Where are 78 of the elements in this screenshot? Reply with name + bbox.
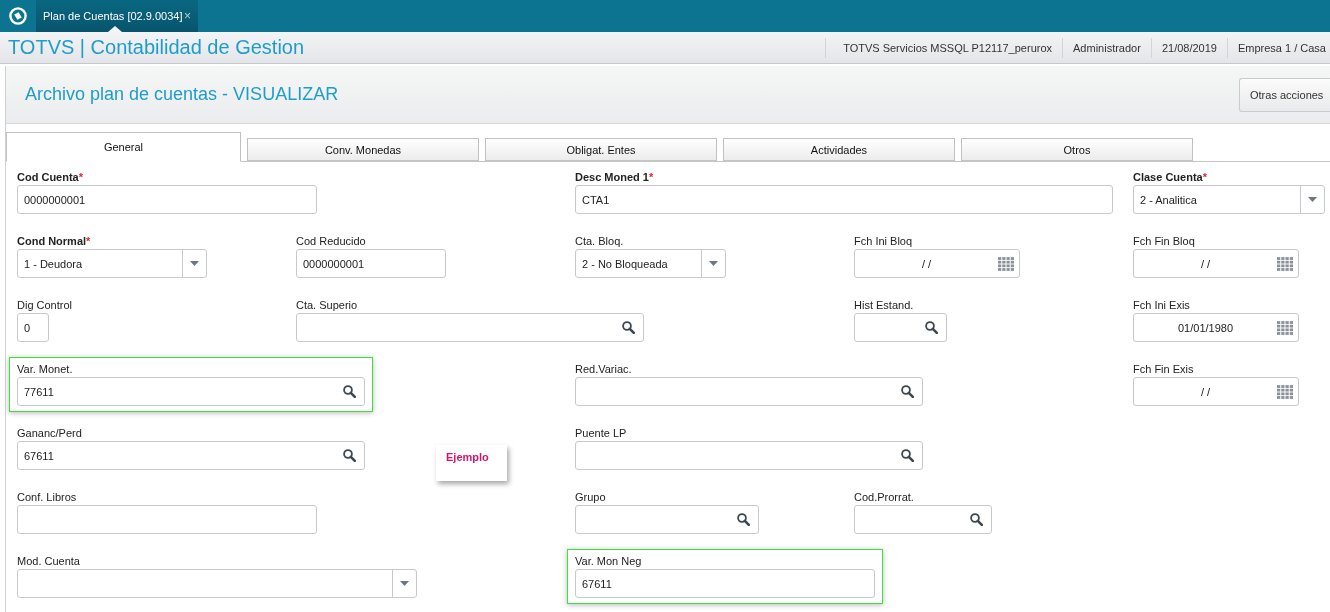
dropdown-field[interactable]: 1 - Deudora [17, 249, 207, 278]
calendar-icon[interactable] [1277, 256, 1293, 271]
header-info: Administrador [1062, 37, 1151, 58]
lookup-field[interactable] [575, 441, 923, 470]
text-field[interactable]: 0000000001 [296, 249, 446, 278]
dropdown-field[interactable]: 2 - No Bloqueada [575, 249, 726, 278]
calendar-icon[interactable] [1277, 320, 1293, 335]
page-title: Archivo plan de cuentas - VISUALIZAR [25, 84, 339, 105]
date-field[interactable]: / / [854, 249, 1020, 278]
text-field[interactable]: CTA1 [575, 185, 1113, 214]
search-icon[interactable] [901, 449, 914, 462]
caret-down-icon [190, 261, 199, 266]
date-field[interactable]: / / [1133, 249, 1299, 278]
caret-down-icon [400, 581, 409, 586]
lookup-field[interactable] [854, 313, 947, 342]
field-label: Hist Estand. [854, 298, 914, 312]
search-icon[interactable] [925, 321, 938, 334]
lookup-field[interactable] [575, 377, 923, 406]
field-label: Fch Fin Bloq [1133, 234, 1195, 248]
search-icon[interactable] [737, 513, 750, 526]
field-label: Var. Mon Neg [575, 554, 642, 568]
text-field[interactable] [17, 505, 317, 534]
date-field[interactable]: / / [1133, 377, 1299, 406]
field-label: Cta. Superio [296, 298, 358, 312]
date-field[interactable]: 01/01/1980 [1133, 313, 1299, 342]
header-info: 21/08/2019 [1150, 37, 1227, 58]
app-tab-title: Plan de Cuentas [02.9.0034] [43, 10, 183, 22]
field-label: Cta. Bloq. [575, 234, 624, 248]
field-label: Cond Normal* [17, 234, 91, 248]
lookup-field[interactable]: 67611 [17, 441, 365, 470]
field-label: Grupo [575, 490, 606, 504]
form-tab[interactable]: Actividades [723, 138, 955, 161]
field-label: Red.Variac. [575, 362, 632, 376]
caret-down-icon [1308, 197, 1317, 202]
lookup-field[interactable]: 77611 [17, 377, 365, 406]
field-label: Fch Ini Exis [1133, 298, 1190, 312]
search-icon[interactable] [970, 513, 983, 526]
search-icon[interactable] [343, 449, 356, 462]
calendar-icon[interactable] [998, 256, 1014, 271]
form-tab[interactable]: General [6, 132, 241, 162]
dropdown-field[interactable]: 2 - Analitica [1133, 185, 1325, 214]
logo-icon [9, 7, 27, 25]
field-label: Dig Control [17, 298, 73, 312]
field-label: Desc Moned 1* [575, 170, 654, 184]
search-icon[interactable] [622, 321, 635, 334]
field-label: Mod. Cuenta [17, 554, 80, 568]
caret-down-icon [709, 261, 718, 266]
close-button[interactable]: × [183, 10, 192, 22]
form-tab[interactable]: Conv. Monedas [247, 138, 479, 161]
field-label: Gananc/Perd [17, 426, 82, 440]
actions-button[interactable]: Otras acciones [1239, 77, 1330, 112]
field-label: Var. Monet. [17, 362, 73, 376]
form-tab[interactable]: Obligat. Entes [485, 138, 717, 161]
field-label: Cod.Prorrat. [854, 490, 914, 504]
lookup-field[interactable] [296, 313, 644, 342]
field-label: Clase Cuenta* [1133, 170, 1207, 184]
field-label: Conf. Libros [17, 490, 77, 504]
app-tab[interactable]: Plan de Cuentas [02.9.0034]× [36, 0, 198, 32]
header-info: TOTVS Servicios MSSQL P12117_perurox [825, 37, 1063, 58]
text-field[interactable]: 0000000001 [17, 185, 317, 214]
example-note: Ejemplo [436, 445, 507, 481]
text-field[interactable]: 0 [17, 313, 49, 342]
dropdown-field[interactable] [17, 569, 417, 598]
tab-pointer-icon [108, 26, 122, 32]
field-label: Fch Ini Bloq [854, 234, 913, 248]
field-label: Fch Fin Exis [1133, 362, 1194, 376]
header-info: Empresa 1 / Casa [1226, 37, 1326, 58]
form-tab[interactable]: Otros [961, 138, 1193, 161]
calendar-icon[interactable] [1277, 384, 1293, 399]
field-label: Puente LP [575, 426, 627, 440]
field-label: Cod Reducido [296, 234, 366, 248]
lookup-field[interactable] [854, 505, 992, 534]
text-field[interactable]: 67611 [575, 569, 875, 598]
app-title: TOTVS | Contabilidad de Gestion [8, 36, 305, 59]
field-label: Cod Cuenta* [17, 170, 83, 184]
lookup-field[interactable] [575, 505, 759, 534]
search-icon[interactable] [343, 385, 356, 398]
search-icon[interactable] [901, 385, 914, 398]
